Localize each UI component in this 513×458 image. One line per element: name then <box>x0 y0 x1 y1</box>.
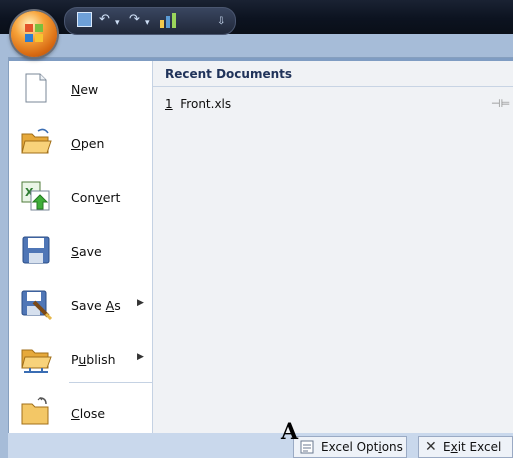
title-bar: ↶ ▾ ↷ ▾ ⇩ <box>0 0 513 35</box>
annotation-letter: A <box>281 419 299 445</box>
menu-item-convert[interactable]: X Convert <box>9 169 152 221</box>
recent-document-number: 1 <box>165 97 173 111</box>
menu-item-new[interactable]: New <box>9 61 152 113</box>
publish-icon <box>21 349 52 373</box>
pin-icon[interactable]: ⊣⊨ <box>491 97 510 110</box>
menu-item-save-as[interactable]: Save As ▶ <box>9 277 152 329</box>
chart-icon[interactable] <box>159 11 177 34</box>
recent-documents-header: Recent Documents <box>153 61 513 87</box>
menu-item-convert-label: Convert <box>71 190 121 205</box>
undo-dropdown-icon[interactable]: ▾ <box>115 15 120 31</box>
menu-item-close-label: Close <box>71 406 106 421</box>
undo-icon[interactable]: ↶ <box>99 12 110 28</box>
office-button[interactable] <box>11 11 57 57</box>
excel-options-button[interactable]: Excel Options <box>293 436 407 458</box>
save-icon[interactable] <box>77 12 92 27</box>
new-document-icon <box>25 73 47 103</box>
open-folder-icon <box>21 128 52 154</box>
close-folder-icon <box>21 397 49 425</box>
office-menu: New Open X Convert Save Save As ▶ Publis… <box>8 57 513 434</box>
exit-excel-button[interactable]: ✕ Exit Excel <box>418 436 513 458</box>
recent-document-name: Front.xls <box>180 97 232 111</box>
menu-item-save[interactable]: Save <box>9 223 152 275</box>
excel-options-label: Excel Options <box>321 440 403 454</box>
menu-item-close[interactable]: Close <box>9 385 152 437</box>
submenu-arrow-icon: ▶ <box>137 298 144 308</box>
menu-item-new-label: New <box>71 82 99 97</box>
menu-separator <box>69 382 152 383</box>
save-as-icon <box>21 290 52 320</box>
menu-bottom-bar: Excel Options ✕ Exit Excel <box>8 433 513 458</box>
customize-dropdown-icon[interactable]: ⇩ <box>217 14 225 30</box>
menu-item-publish[interactable]: Publish ▶ <box>9 331 152 383</box>
redo-icon[interactable]: ↷ <box>129 12 140 28</box>
menu-item-open-label: Open <box>71 136 105 151</box>
office-logo-icon <box>25 24 43 42</box>
redo-dropdown-icon[interactable]: ▾ <box>145 15 150 31</box>
options-icon <box>300 440 314 454</box>
quick-access-toolbar: ↶ ▾ ↷ ▾ ⇩ <box>64 7 236 35</box>
exit-excel-label: Exit Excel <box>443 440 502 454</box>
save-icon <box>22 236 50 264</box>
recent-documents-pane: Recent Documents 1 Front.xls ⊣⊨ <box>153 61 513 433</box>
recent-document-item[interactable]: 1 Front.xls <box>165 97 231 111</box>
submenu-arrow-icon: ▶ <box>137 352 144 362</box>
convert-icon: X <box>21 181 50 211</box>
menu-commands-pane: New Open X Convert Save Save As ▶ Publis… <box>9 61 153 433</box>
menu-item-save-label: Save <box>71 244 102 259</box>
menu-item-save-as-label: Save As <box>71 298 121 313</box>
menu-item-publish-label: Publish <box>71 352 116 367</box>
close-icon: ✕ <box>425 439 437 455</box>
menu-item-open[interactable]: Open <box>9 115 152 167</box>
